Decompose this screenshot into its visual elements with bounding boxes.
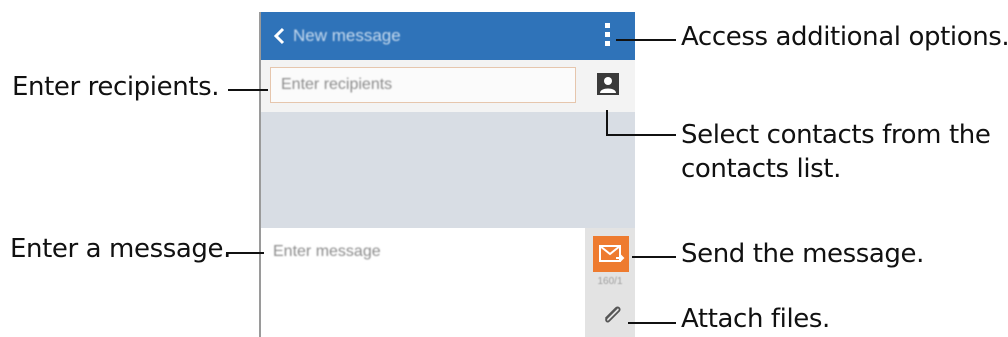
callout-select-contacts-line2: contacts list.	[681, 154, 841, 184]
recipient-placeholder: Enter recipients	[281, 76, 393, 93]
phone-screen: New message Enter recipients Enter messa…	[259, 12, 635, 337]
callout-attach-files: Attach files.	[681, 304, 830, 334]
app-bar: New message	[259, 12, 635, 60]
send-button[interactable]	[593, 236, 629, 272]
callout-line-send	[632, 256, 676, 258]
callout-line-message	[226, 252, 264, 254]
callout-line-contacts-vertical	[606, 110, 608, 136]
recipient-input[interactable]: Enter recipients	[270, 67, 576, 103]
phone-left-edge	[259, 12, 261, 337]
more-vertical-icon[interactable]	[597, 22, 617, 50]
callout-line-contacts	[606, 134, 676, 136]
callout-send-message: Send the message.	[681, 239, 924, 269]
callout-additional-options: Access additional options.	[681, 22, 1008, 52]
app-title: New message	[293, 26, 401, 45]
callout-enter-recipients: Enter recipients.	[12, 72, 220, 102]
callout-line-recipients	[228, 89, 268, 91]
message-input[interactable]: Enter message	[273, 242, 381, 262]
char-counter: 160/1	[597, 276, 623, 287]
paperclip-icon[interactable]	[599, 302, 625, 328]
contact-icon[interactable]	[597, 73, 619, 95]
recipient-bar: Enter recipients	[259, 60, 635, 112]
callout-line-attach	[628, 322, 676, 324]
send-icon	[599, 245, 625, 262]
chevron-left-icon[interactable]	[269, 24, 291, 48]
conversation-area	[259, 112, 635, 228]
callout-line-options	[616, 39, 676, 41]
callout-enter-message: Enter a message.	[10, 234, 231, 264]
callout-select-contacts-line1: Select contacts from the	[681, 120, 991, 150]
compose-area: Enter message 160/1	[259, 228, 635, 337]
